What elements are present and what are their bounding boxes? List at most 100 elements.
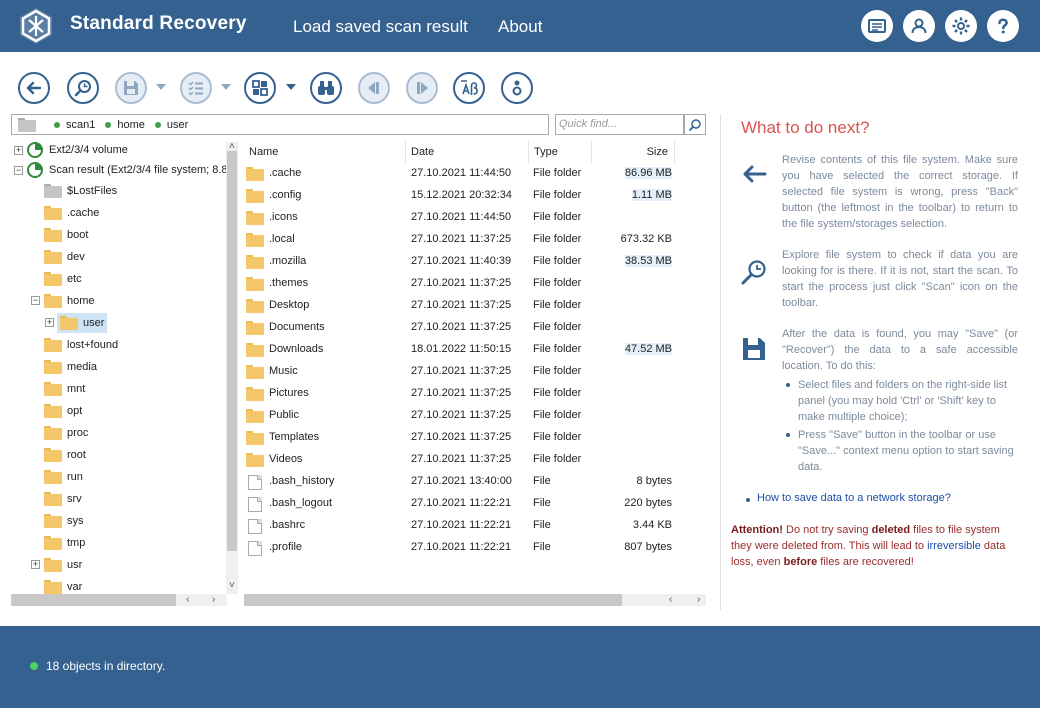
list-hscroll-thumb[interactable] — [244, 594, 622, 606]
table-row[interactable]: .profile 27.10.2021 11:22:21 File 807 bytes — [244, 537, 684, 559]
tree-item[interactable]: sys — [44, 511, 84, 531]
tree-item[interactable]: mnt — [44, 379, 85, 399]
folder-icon — [44, 558, 62, 572]
find-button[interactable] — [310, 72, 342, 104]
text-case-icon — [461, 80, 478, 95]
tree-item[interactable]: root — [44, 445, 86, 465]
table-row[interactable]: Desktop 27.10.2021 11:37:25 File folder — [244, 295, 684, 317]
table-row[interactable]: .icons 27.10.2021 11:44:50 File folder — [244, 207, 684, 229]
tree-item[interactable]: $LostFiles — [44, 181, 117, 201]
view-dropdown-arrow[interactable] — [286, 84, 296, 90]
table-row[interactable]: Music 27.10.2021 11:37:25 File folder — [244, 361, 684, 383]
folder-icon — [246, 277, 264, 291]
breadcrumb-label: user — [166, 118, 189, 131]
save-dropdown-arrow[interactable] — [156, 84, 166, 90]
checklist-button[interactable] — [180, 72, 212, 104]
cell-name: .bashrc — [269, 519, 306, 531]
table-row[interactable]: Videos 27.10.2021 11:37:25 File folder — [244, 449, 684, 471]
column-header-date[interactable]: Date — [406, 140, 529, 164]
status-bar: 18 objects in directory. — [0, 626, 1040, 708]
tree-item[interactable]: usr — [44, 555, 82, 575]
load-saved-scan-link[interactable]: Load saved scan result — [293, 17, 468, 37]
prev-button[interactable] — [358, 72, 390, 104]
file-list[interactable]: Name Date Type Size .cache 27.10.2021 11:… — [244, 140, 706, 610]
table-row[interactable]: .config 15.12.2021 20:32:34 File folder 1.1… — [244, 185, 684, 207]
next-button[interactable] — [406, 72, 438, 104]
table-row[interactable]: .themes 27.10.2021 11:37:25 File folder — [244, 273, 684, 295]
tree-item[interactable]: home — [44, 291, 95, 311]
table-row[interactable]: Documents 27.10.2021 11:37:25 File folder — [244, 317, 684, 339]
breadcrumb-item[interactable]: user — [154, 118, 189, 131]
tree-item[interactable]: lost+found — [44, 335, 118, 355]
table-row[interactable]: Templates 27.10.2021 11:37:25 File folder — [244, 427, 684, 449]
column-header-size[interactable]: Size — [592, 140, 675, 164]
console-button[interactable] — [861, 10, 893, 42]
attention-bold: before — [783, 556, 818, 568]
view-button[interactable] — [244, 72, 276, 104]
column-header-type[interactable]: Type — [529, 140, 592, 164]
scroll-right-icon[interactable]: › — [697, 594, 700, 605]
table-row[interactable]: .bash_logout 27.10.2021 11:22:21 File 220 b… — [244, 493, 684, 515]
tree-item[interactable]: media — [44, 357, 97, 377]
tree-item-selected[interactable]: user — [57, 313, 108, 333]
breadcrumb-item[interactable]: home — [105, 119, 145, 131]
expand-icon[interactable]: + — [45, 318, 54, 327]
tree-item[interactable]: boot — [44, 225, 88, 245]
table-row[interactable]: .cache 27.10.2021 11:44:50 File folder 86.9… — [244, 163, 684, 185]
scroll-down-icon[interactable]: ˅ — [229, 580, 235, 591]
table-row[interactable]: .bash_history 27.10.2021 13:40:00 File 8 by… — [244, 471, 684, 493]
info-button[interactable] — [501, 72, 533, 104]
tree-item[interactable]: etc — [44, 269, 82, 289]
tree-hscroll-thumb[interactable] — [11, 594, 176, 606]
cell-size: 3.44 KB — [632, 519, 672, 531]
explore-button[interactable] — [67, 72, 99, 104]
network-storage-link[interactable]: How to save data to a network storage? — [746, 492, 951, 504]
help-paragraph: Revise contents of this file system. Mak… — [782, 154, 1018, 230]
settings-button[interactable] — [945, 10, 977, 42]
about-link[interactable]: About — [498, 17, 542, 37]
expand-icon[interactable]: + — [31, 560, 40, 569]
user-button[interactable] — [903, 10, 935, 42]
back-button[interactable] — [18, 72, 50, 104]
tree-item[interactable]: .cache — [44, 203, 99, 223]
tree-item[interactable]: tmp — [44, 533, 85, 553]
tree-item[interactable]: opt — [44, 401, 82, 421]
column-header-name[interactable]: Name — [244, 140, 406, 164]
save-button[interactable] — [115, 72, 147, 104]
case-button[interactable] — [453, 72, 485, 104]
table-row[interactable]: .local 27.10.2021 11:37:25 File folder 673.… — [244, 229, 684, 251]
breadcrumb-item[interactable]: scan1 — [54, 119, 95, 131]
scroll-left-icon[interactable]: ‹ — [669, 594, 672, 605]
table-row[interactable]: Downloads 18.01.2022 11:50:15 File folder 4… — [244, 339, 684, 361]
collapse-icon[interactable]: − — [14, 166, 23, 175]
quick-find-input[interactable]: Quick find... — [555, 114, 684, 135]
app-header: Standard Recovery Load saved scan result… — [0, 0, 1040, 52]
collapse-icon[interactable]: − — [31, 296, 40, 305]
tree-item[interactable]: srv — [44, 489, 82, 509]
view-icon — [252, 80, 268, 96]
tree-scrollbar-thumb[interactable] — [227, 151, 237, 551]
table-row[interactable]: .mozilla 27.10.2021 11:40:39 File folder 38… — [244, 251, 684, 273]
tree-item[interactable]: proc — [44, 423, 88, 443]
scroll-left-icon[interactable]: ‹ — [186, 594, 189, 605]
quick-find-button[interactable] — [684, 114, 706, 135]
expand-icon[interactable]: + — [14, 146, 23, 155]
tree-item-label: run — [67, 471, 83, 483]
help-button[interactable] — [987, 10, 1019, 42]
tree-item[interactable]: dev — [44, 247, 85, 267]
cell-name: Pictures — [269, 387, 309, 399]
scroll-up-icon[interactable]: ˄ — [229, 141, 235, 152]
checklist-dropdown-arrow[interactable] — [221, 84, 231, 90]
folder-icon — [44, 338, 62, 352]
scroll-right-icon[interactable]: › — [212, 594, 215, 605]
settings-icon — [952, 17, 970, 35]
tree-item[interactable]: run — [44, 467, 83, 487]
folder-icon — [44, 250, 62, 264]
cell-type: File folder — [533, 167, 582, 179]
table-row[interactable]: Pictures 27.10.2021 11:37:25 File folder — [244, 383, 684, 405]
table-row[interactable]: Public 27.10.2021 11:37:25 File folder — [244, 405, 684, 427]
folder-tree[interactable]: + Ext2/3/4 volume − Scan result (Ext2/3/… — [11, 140, 239, 608]
table-row[interactable]: .bashrc 27.10.2021 11:22:21 File 3.44 KB — [244, 515, 684, 537]
breadcrumb[interactable]: scan1 home user — [11, 114, 549, 135]
cell-size: 38.53 MB — [624, 255, 672, 267]
